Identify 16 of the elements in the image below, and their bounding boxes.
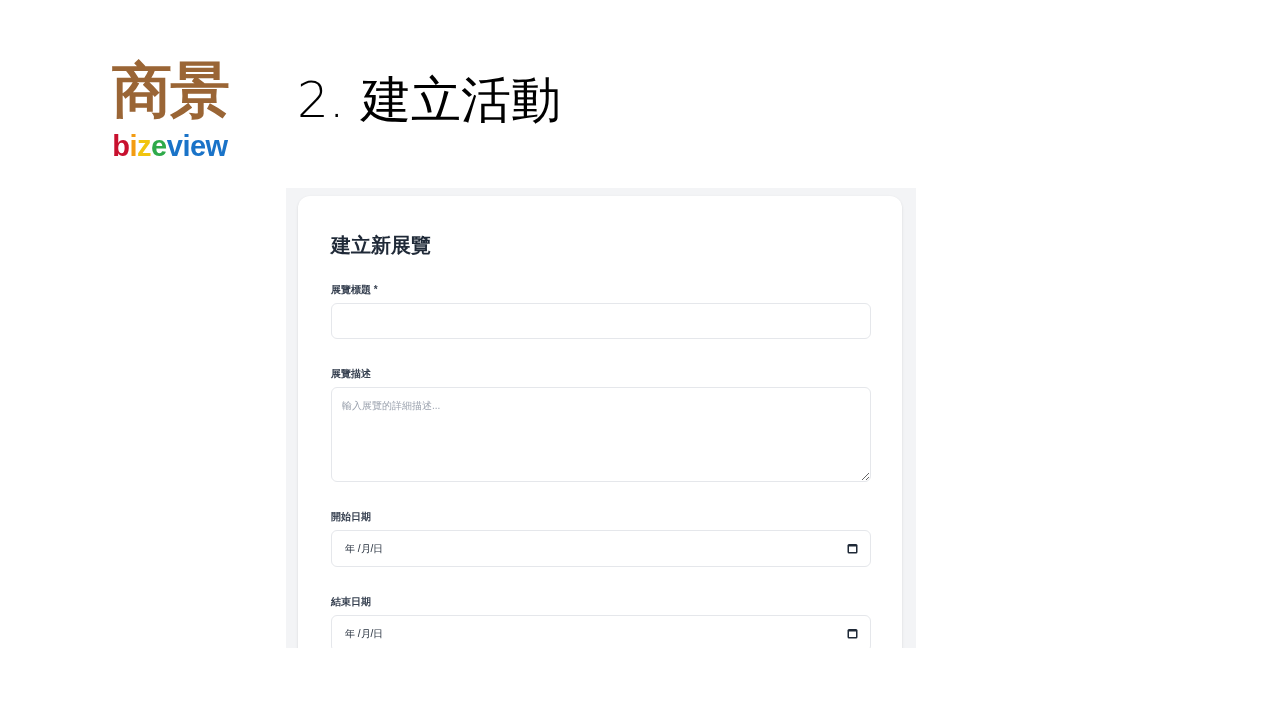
- field-label: 展覽標題 *: [331, 283, 379, 297]
- calendar-icon[interactable]: [847, 543, 858, 554]
- logo-mark: 商景: [112, 54, 228, 127]
- date-value: 年 /月/日: [345, 627, 384, 641]
- calendar-icon[interactable]: [847, 628, 858, 639]
- field-label: 開始日期: [331, 510, 372, 524]
- logo-wordmark: bizeview: [112, 129, 228, 164]
- description-input[interactable]: 輸入展覽的詳細描述...: [331, 387, 871, 482]
- date-input[interactable]: 年 /月/日: [331, 530, 871, 567]
- field-label: 結束日期: [331, 595, 372, 609]
- form-title: 建立新展覽: [331, 233, 432, 258]
- title-input[interactable]: [331, 303, 871, 339]
- date-value: 年 /月/日: [345, 542, 384, 556]
- slide-title: 2. 建立活動: [297, 70, 561, 131]
- field-label: 展覽描述: [331, 367, 372, 381]
- date-input[interactable]: 年 /月/日: [331, 615, 871, 648]
